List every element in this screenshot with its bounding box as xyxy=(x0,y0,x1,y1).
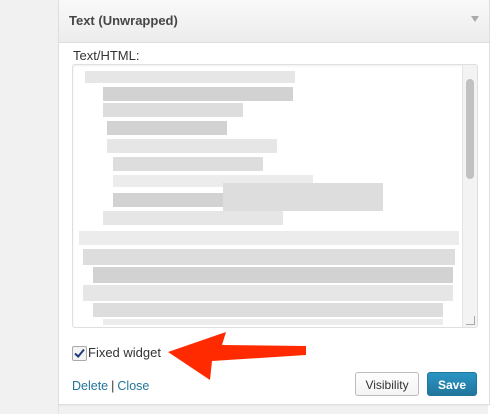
red-arrow-annotation-icon xyxy=(168,332,306,380)
